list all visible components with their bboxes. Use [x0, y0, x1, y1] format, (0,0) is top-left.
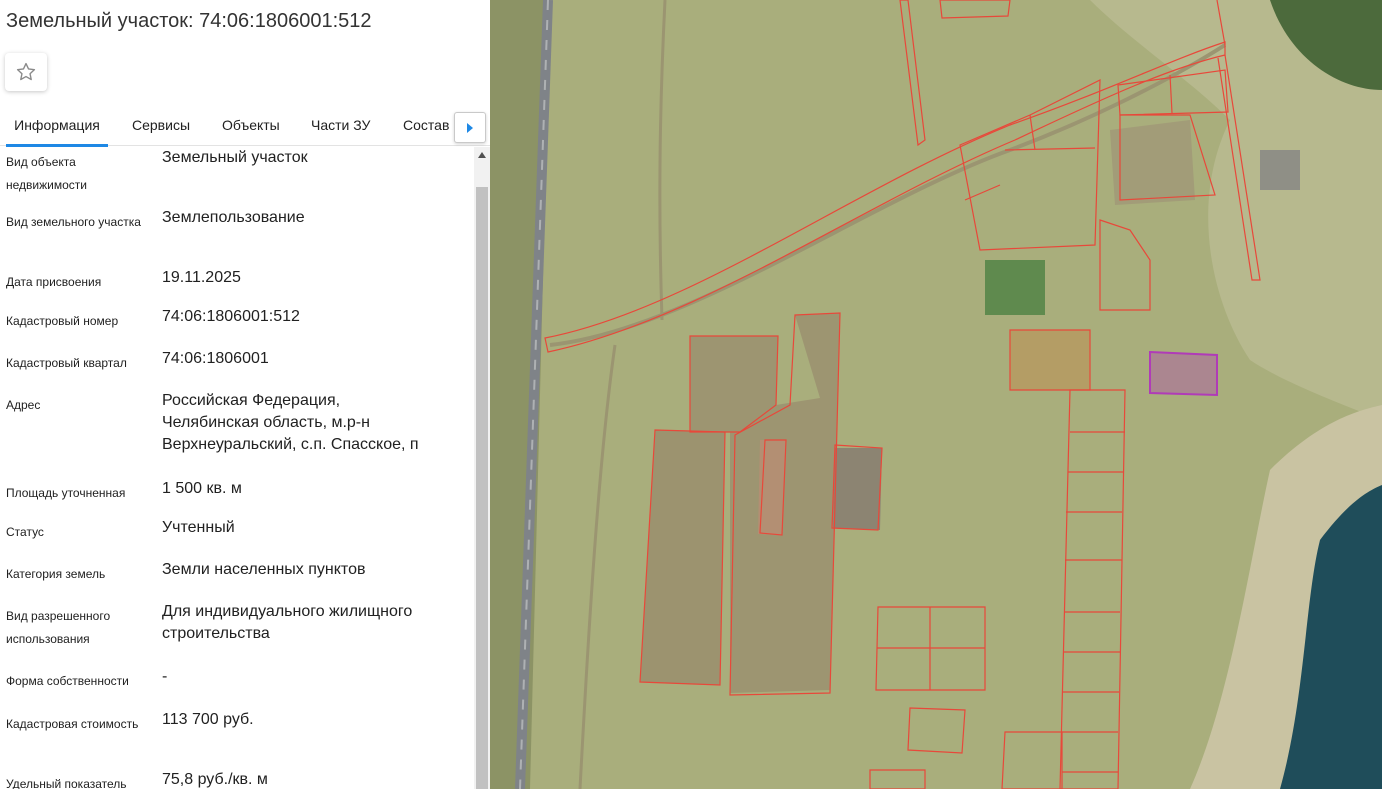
info-label: Дата присвоения	[6, 275, 102, 289]
hay-area	[1010, 330, 1090, 390]
info-value: Учтенный	[162, 519, 235, 536]
favorite-button[interactable]	[5, 53, 47, 91]
info-value: Земельный участок	[162, 149, 308, 166]
star-outline-icon	[16, 62, 36, 81]
info-value: 1 500 кв. м	[162, 480, 242, 497]
building	[833, 448, 882, 530]
tab-composition[interactable]: Состав	[403, 108, 449, 146]
caret-up-icon	[478, 152, 486, 158]
tab-information[interactable]: Информация	[6, 108, 108, 147]
selected-parcel[interactable]	[1149, 350, 1218, 397]
tab-objects[interactable]: Объекты	[222, 108, 280, 146]
page-title: Земельный участок: 74:06:1806001:512	[6, 10, 372, 32]
info-value: 74:06:1806001	[162, 350, 269, 367]
tab-parcel-parts[interactable]: Части ЗУ	[311, 108, 370, 146]
tab-bar: Информация Сервисы Объекты Части ЗУ Сост…	[0, 108, 490, 147]
garden	[985, 260, 1045, 315]
info-value: 75,8 руб./кв. м	[162, 771, 268, 788]
scroll-thumb[interactable]	[476, 187, 488, 789]
tab-composition-clip: Состав	[403, 108, 453, 146]
info-label: Кадастровый номер	[6, 314, 119, 328]
info-scrollbar[interactable]	[474, 147, 490, 789]
homestead	[1110, 120, 1195, 205]
info-label: Вид объекта недвижимости	[6, 155, 87, 192]
info-panel: Земельный участок: 74:06:1806001:512 Инф…	[0, 0, 490, 789]
info-label: Форма собственности	[6, 674, 129, 688]
info-label: Удельный показатель	[6, 777, 127, 789]
building	[1260, 150, 1300, 190]
info-label: Адрес	[6, 398, 41, 412]
info-value: Российская Федерация, Челябинская област…	[162, 392, 419, 453]
info-label: Категория земель	[6, 567, 106, 581]
info-label: Вид разрешенного использования	[6, 609, 111, 646]
info-label: Кадастровая стоимость	[6, 717, 139, 731]
info-list: Вид объекта недвижимости Земельный участ…	[0, 147, 474, 789]
info-label: Статус	[6, 525, 44, 539]
info-value: 74:06:1806001:512	[162, 308, 300, 325]
caret-right-icon	[467, 122, 473, 133]
info-value: 19.11.2025	[162, 269, 241, 286]
info-label: Площадь уточненная	[6, 486, 126, 500]
tab-services[interactable]: Сервисы	[132, 108, 190, 146]
satellite-map[interactable]	[490, 0, 1382, 789]
info-value: Землепользование	[162, 209, 305, 226]
info-value: -	[162, 668, 168, 685]
info-value: Для индивидуального жилищного строительс…	[162, 603, 413, 642]
info-label: Кадастровый квартал	[6, 356, 127, 370]
scroll-up-button[interactable]	[474, 147, 490, 163]
map-canvas	[490, 0, 1382, 789]
info-value: Земли населенных пунктов	[162, 561, 366, 578]
info-label: Вид земельного участка	[6, 215, 141, 229]
info-value: 113 700 руб.	[162, 711, 254, 728]
tabs-next-button[interactable]	[454, 112, 486, 143]
